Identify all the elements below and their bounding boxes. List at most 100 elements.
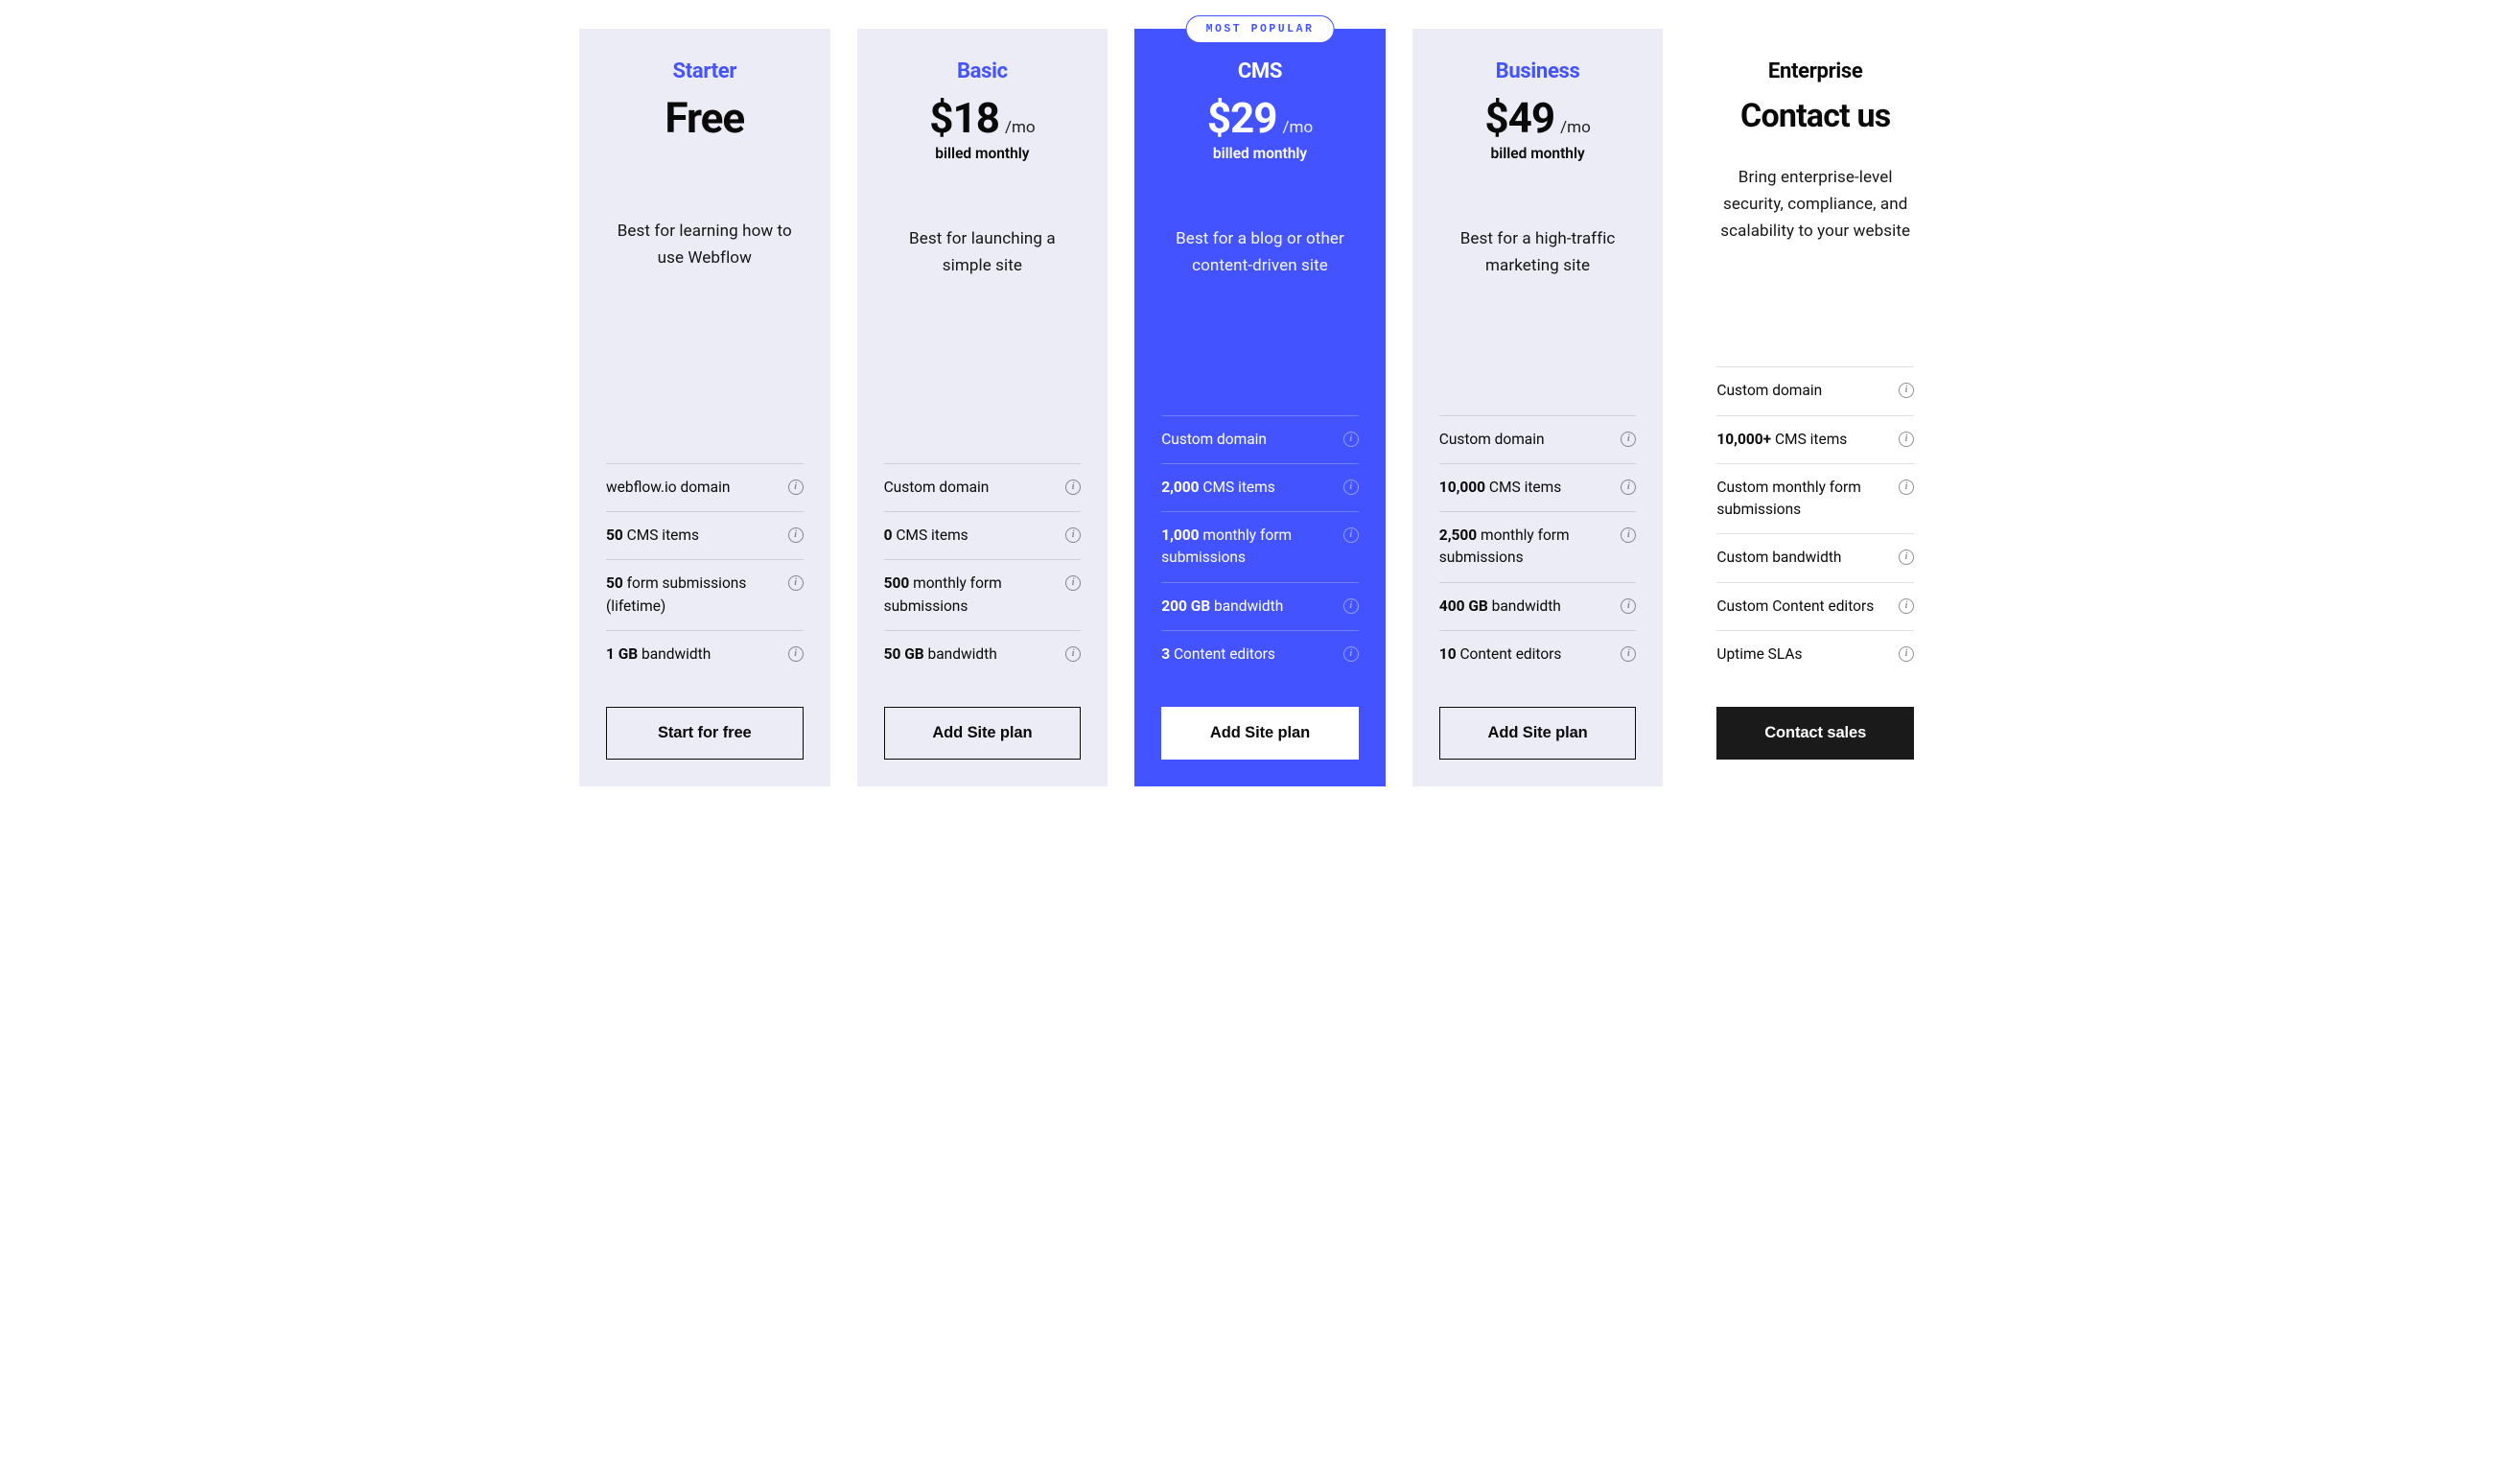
plan-features: Custom domaini 2,000 CMS items i 1,000 mo… — [1161, 415, 1359, 679]
info-icon[interactable]: i — [1343, 527, 1359, 543]
feature-row: 2,500 monthly form submissions i — [1439, 511, 1637, 582]
info-icon[interactable]: i — [788, 646, 804, 662]
plan-price-wrap: $49 /mo — [1439, 97, 1637, 139]
feature-row: 1,000 monthly form submissions i — [1161, 511, 1359, 582]
info-icon[interactable]: i — [1621, 480, 1636, 495]
feature-text: 50 form submissions (lifetime) — [606, 573, 777, 618]
plan-price: Contact us — [1740, 97, 1890, 135]
plan-description: Best for launching a simple site — [884, 225, 1082, 279]
feature-row: 10,000 CMS itemsi — [1439, 463, 1637, 511]
add-site-plan-button[interactable]: Add Site plan — [884, 707, 1082, 760]
plan-header: Business $49 /mo billed monthly Best for… — [1439, 59, 1637, 279]
feature-row: 50 GB bandwidthi — [884, 630, 1082, 678]
add-site-plan-button[interactable]: Add Site plan — [1439, 707, 1637, 760]
most-popular-badge: MOST POPULAR — [1186, 15, 1335, 43]
plan-price: $18 — [929, 97, 999, 139]
feature-row: Custom bandwidthi — [1716, 533, 1914, 581]
feature-text: Custom domain — [1716, 380, 1822, 402]
plan-header: CMS $29 /mo billed monthly Best for a bl… — [1161, 59, 1359, 279]
plan-features: Custom domaini 10,000 CMS itemsi 2,500 m… — [1439, 415, 1637, 679]
plan-billing: billed monthly — [884, 145, 1082, 162]
plan-description: Best for learning how to use Webflow — [606, 218, 804, 271]
plan-billing: billed monthly — [1439, 145, 1637, 162]
feature-row: Uptime SLAs i — [1716, 630, 1914, 678]
feature-text: 500 monthly form submissions — [884, 573, 1055, 618]
feature-text: 10,000+ CMS items — [1716, 429, 1847, 451]
plan-price-wrap: Free — [606, 97, 804, 139]
feature-text: 2,000 CMS items — [1161, 477, 1275, 499]
feature-text: 3 Content editors — [1161, 644, 1275, 666]
plan-price-suffix: /mo — [1283, 118, 1314, 137]
plan-card-business: Business $49 /mo billed monthly Best for… — [1412, 29, 1664, 786]
feature-text: Custom domain — [884, 477, 990, 499]
plan-features: Custom domain i 0 CMS itemsi 500 monthly … — [884, 463, 1082, 678]
feature-text: 1,000 monthly form submissions — [1161, 525, 1332, 570]
feature-row: 500 monthly form submissions i — [884, 559, 1082, 630]
feature-text: 200 GB bandwidth — [1161, 596, 1283, 618]
info-icon[interactable]: i — [788, 480, 804, 495]
info-icon[interactable]: i — [1065, 480, 1081, 495]
plan-billing: billed monthly — [1161, 145, 1359, 162]
feature-row: 10 Content editors i — [1439, 630, 1637, 678]
plan-price: $29 — [1207, 97, 1277, 139]
feature-text: Uptime SLAs — [1716, 644, 1802, 666]
feature-row: Custom monthly form submissions i — [1716, 463, 1914, 534]
plan-card-enterprise: Enterprise Contact us Bring enterprise-l… — [1690, 29, 1941, 786]
info-icon[interactable]: i — [788, 575, 804, 591]
feature-row: 10,000+ CMS items i — [1716, 415, 1914, 463]
plan-name: CMS — [1161, 59, 1359, 83]
plan-header: Basic $18 /mo billed monthly Best for la… — [884, 59, 1082, 279]
info-icon[interactable]: i — [1065, 575, 1081, 591]
plan-price-suffix: /mo — [1560, 118, 1591, 137]
info-icon[interactable]: i — [1343, 480, 1359, 495]
feature-text: 2,500 monthly form submissions — [1439, 525, 1610, 570]
plan-name: Basic — [884, 59, 1082, 83]
feature-row: 2,000 CMS items i — [1161, 463, 1359, 511]
info-icon[interactable]: i — [1899, 383, 1914, 398]
feature-text: 400 GB bandwidth — [1439, 596, 1561, 618]
plan-features: webflow.io domain i 50 CMS items i 50 form… — [606, 463, 804, 678]
plan-card-cms: MOST POPULAR CMS $29 /mo billed monthly … — [1134, 29, 1386, 786]
info-icon[interactable]: i — [1621, 598, 1636, 614]
info-icon[interactable]: i — [788, 527, 804, 543]
feature-text: Custom monthly form submissions — [1716, 477, 1887, 522]
info-icon[interactable]: i — [1899, 480, 1914, 495]
feature-row: 200 GB bandwidth i — [1161, 582, 1359, 630]
info-icon[interactable]: i — [1343, 646, 1359, 662]
feature-text: webflow.io domain — [606, 477, 730, 499]
info-icon[interactable]: i — [1899, 598, 1914, 614]
plan-price-wrap: $29 /mo — [1161, 97, 1359, 139]
info-icon[interactable]: i — [1621, 432, 1636, 447]
feature-row: 400 GB bandwidth i — [1439, 582, 1637, 630]
info-icon[interactable]: i — [1899, 646, 1914, 662]
feature-row: 0 CMS itemsi — [884, 511, 1082, 559]
feature-row: Custom domain i — [1716, 366, 1914, 414]
feature-row: 50 form submissions (lifetime) i — [606, 559, 804, 630]
feature-row: Custom domaini — [1161, 415, 1359, 463]
pricing-grid: Starter Free Best for learning how to us… — [579, 29, 1941, 786]
info-icon[interactable]: i — [1343, 432, 1359, 447]
feature-text: 10 Content editors — [1439, 644, 1562, 666]
plan-card-basic: Basic $18 /mo billed monthly Best for la… — [857, 29, 1108, 786]
info-icon[interactable]: i — [1621, 646, 1636, 662]
plan-header: Starter Free Best for learning how to us… — [606, 59, 804, 271]
plan-description: Bring enterprise-level security, complia… — [1716, 164, 1914, 245]
info-icon[interactable]: i — [1621, 527, 1636, 543]
feature-row: 1 GB bandwidthi — [606, 630, 804, 678]
plan-price-wrap: Contact us — [1716, 97, 1914, 135]
plan-price-suffix: /mo — [1005, 118, 1036, 137]
info-icon[interactable]: i — [1899, 432, 1914, 447]
info-icon[interactable]: i — [1065, 527, 1081, 543]
plan-name: Business — [1439, 59, 1637, 83]
feature-row: webflow.io domain i — [606, 463, 804, 511]
info-icon[interactable]: i — [1065, 646, 1081, 662]
contact-sales-button[interactable]: Contact sales — [1716, 707, 1914, 760]
add-site-plan-button[interactable]: Add Site plan — [1161, 707, 1359, 760]
info-icon[interactable]: i — [1899, 550, 1914, 565]
start-for-free-button[interactable]: Start for free — [606, 707, 804, 760]
feature-text: 50 CMS items — [606, 525, 699, 547]
plan-features: Custom domain i 10,000+ CMS items i Custom… — [1716, 366, 1914, 678]
plan-price: Free — [665, 97, 744, 139]
plan-description: Best for a blog or other content-driven … — [1161, 225, 1359, 279]
info-icon[interactable]: i — [1343, 598, 1359, 614]
